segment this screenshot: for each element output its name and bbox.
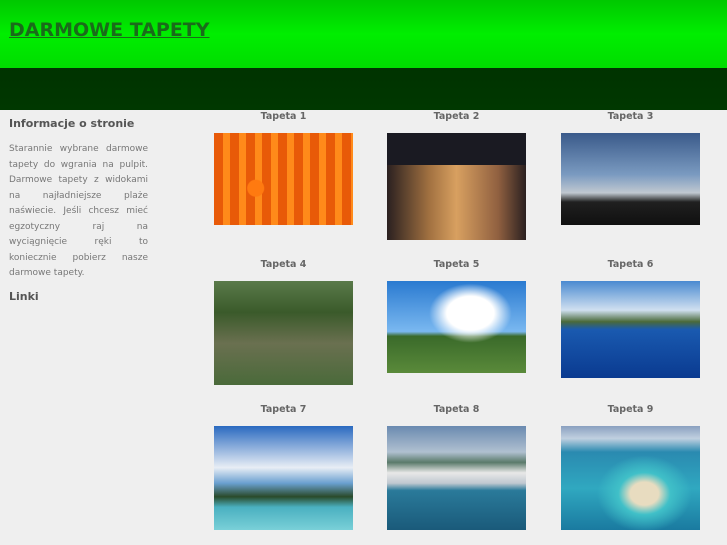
- links-heading: Linki: [9, 289, 39, 303]
- gallery-item: Tapeta 4: [214, 260, 353, 385]
- site-title-link[interactable]: DARMOWE TAPETY: [9, 19, 210, 41]
- wallpaper-thumbnail[interactable]: [214, 133, 353, 225]
- gallery-label: Tapeta 1: [260, 111, 307, 122]
- gallery-item: Tapeta 3: [561, 112, 700, 225]
- wallpaper-thumbnail[interactable]: [561, 426, 700, 530]
- gallery-item: Tapeta 9: [561, 405, 700, 530]
- gallery-label: Tapeta 6: [607, 259, 654, 270]
- wallpaper-thumbnail[interactable]: [561, 281, 700, 378]
- gallery-item: Tapeta 5: [387, 260, 526, 373]
- wallpaper-thumbnail[interactable]: [214, 426, 353, 530]
- gallery-label: Tapeta 8: [433, 404, 480, 415]
- gallery-label: Tapeta 5: [433, 259, 480, 270]
- gallery-item: Tapeta 6: [561, 260, 700, 378]
- info-heading: Informacje o stronie: [9, 117, 135, 130]
- header: DARMOWE TAPETY: [0, 0, 727, 68]
- sidebar: Informacje o stronie Starannie wybrane d…: [9, 117, 148, 315]
- wallpaper-thumbnail[interactable]: [387, 426, 526, 530]
- gallery-item: Tapeta 7: [214, 405, 353, 530]
- info-text: Starannie wybrane darmowe tapety do wgra…: [9, 144, 148, 278]
- gallery-label: Tapeta 3: [607, 111, 654, 122]
- wallpaper-thumbnail[interactable]: [387, 281, 526, 373]
- gallery-label: Tapeta 4: [260, 259, 307, 270]
- gallery-label: Tapeta 7: [260, 404, 307, 415]
- wallpaper-thumbnail[interactable]: [387, 133, 526, 240]
- gallery-label: Tapeta 9: [607, 404, 654, 415]
- gallery-label: Tapeta 2: [433, 111, 480, 122]
- wallpaper-thumbnail[interactable]: [214, 281, 353, 385]
- nav-band: [0, 68, 727, 110]
- gallery-item: Tapeta 8: [387, 405, 526, 530]
- wallpaper-thumbnail[interactable]: [561, 133, 700, 225]
- gallery-item: Tapeta 1: [214, 112, 353, 225]
- gallery-item: Tapeta 2: [387, 112, 526, 240]
